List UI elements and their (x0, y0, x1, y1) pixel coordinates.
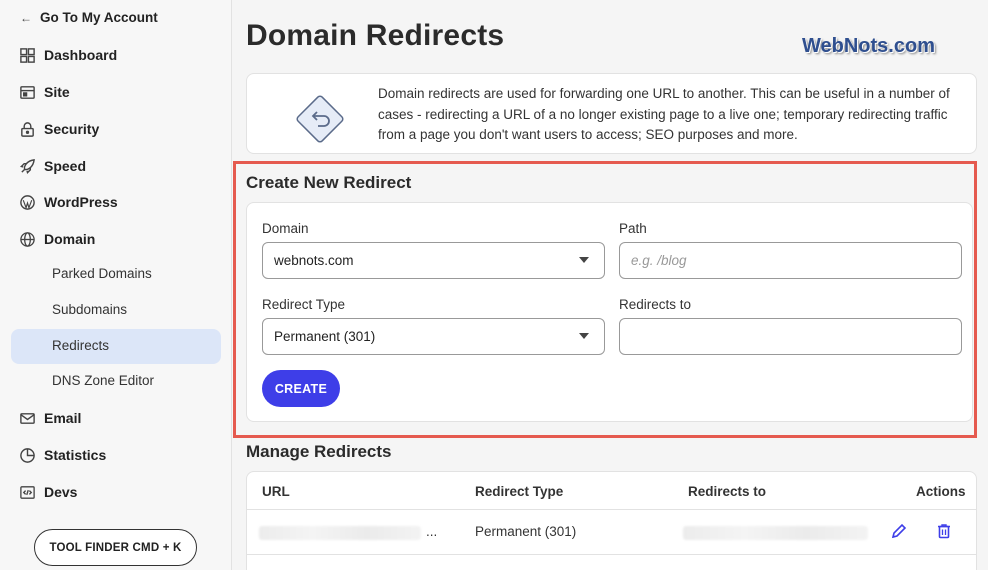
chevron-down-icon (579, 257, 589, 263)
redirect-type-label: Redirect Type (262, 297, 346, 312)
sidebar: ← Go To My Account Dashboard Site Securi… (0, 0, 232, 570)
header-divider (247, 509, 976, 510)
page-title: Domain Redirects (246, 19, 505, 52)
column-header-redirect-type: Redirect Type (475, 484, 564, 499)
sidebar-subitem-redirects[interactable]: Redirects (52, 338, 109, 353)
info-description: Domain redirects are used for forwarding… (378, 86, 950, 142)
sidebar-item-label: Speed (44, 158, 87, 174)
column-header-actions: Actions (916, 484, 966, 499)
sidebar-item-wordpress[interactable]: WordPress (18, 191, 118, 213)
sidebar-item-site[interactable]: Site (18, 81, 70, 103)
sidebar-item-label: Site (44, 84, 70, 100)
redirect-sign-icon (296, 95, 344, 143)
path-input[interactable]: e.g. /blog (619, 242, 962, 279)
sidebar-item-domain[interactable]: Domain (18, 228, 95, 250)
sidebar-subitem-subdomains[interactable]: Subdomains (52, 302, 127, 317)
sidebar-item-label: Dashboard (44, 47, 118, 63)
active-item-highlight (11, 329, 221, 364)
url-ellipsis: ... (426, 524, 438, 539)
sidebar-subitem-dns-zone-editor[interactable]: DNS Zone Editor (52, 373, 154, 388)
sidebar-item-label: Security (44, 121, 100, 137)
browser-icon (18, 83, 36, 101)
sidebar-item-devs[interactable]: Devs (18, 481, 77, 503)
create-redirect-form (246, 202, 973, 422)
column-header-url: URL (262, 484, 290, 499)
grid-icon (18, 46, 36, 64)
sidebar-item-security[interactable]: Security (18, 118, 99, 140)
redirects-to-label: Redirects to (619, 297, 692, 312)
edit-pencil-icon[interactable] (890, 522, 908, 540)
domain-label: Domain (262, 221, 309, 236)
arrow-left-icon: ← (20, 10, 32, 25)
redirect-type-select[interactable]: Permanent (301) (262, 318, 605, 355)
create-button[interactable]: CREATE (262, 370, 340, 407)
pie-chart-icon (18, 446, 36, 464)
sidebar-item-statistics[interactable]: Statistics (18, 444, 106, 466)
manage-section-title: Manage Redirects (246, 442, 392, 461)
sidebar-item-speed[interactable]: Speed (18, 155, 86, 177)
sidebar-subitem-parked-domains[interactable]: Parked Domains (52, 266, 152, 281)
globe-icon (18, 230, 36, 248)
wordpress-icon (18, 193, 36, 211)
redirects-to-input[interactable] (619, 318, 962, 355)
sidebar-item-label: Statistics (44, 447, 107, 463)
go-to-account-link[interactable]: ← Go To My Account (20, 10, 158, 25)
sidebar-item-label: Devs (44, 484, 78, 500)
envelope-icon (18, 409, 36, 427)
domain-select[interactable]: webnots.com (262, 242, 605, 279)
redirect-type-value: Permanent (301) (274, 329, 376, 344)
sidebar-item-email[interactable]: Email (18, 407, 81, 429)
sidebar-item-label: Email (44, 410, 82, 426)
sidebar-item-dashboard[interactable]: Dashboard (18, 44, 117, 66)
go-to-account-label: Go To My Account (40, 10, 158, 25)
path-label: Path (619, 221, 647, 236)
redirect-type-cell: Permanent (301) (475, 524, 577, 539)
sidebar-item-label: Domain (44, 231, 96, 247)
chevron-down-icon (579, 333, 589, 339)
column-header-redirects-to: Redirects to (688, 484, 767, 499)
info-card: Domain redirects are used for forwarding… (246, 73, 977, 154)
lock-icon (18, 120, 36, 138)
path-input-placeholder: e.g. /blog (631, 253, 687, 268)
tool-finder-button[interactable]: TOOL FINDER CMD + K (34, 529, 197, 566)
code-icon (18, 483, 36, 501)
trash-icon[interactable] (935, 522, 953, 540)
redacted-url (259, 526, 421, 540)
domain-select-value: webnots.com (274, 253, 354, 268)
rocket-icon (18, 157, 36, 175)
redirects-table: URL Redirect Type Redirects to Actions .… (246, 471, 977, 570)
sidebar-item-label: WordPress (44, 194, 118, 210)
watermark: WebNots.com (802, 35, 935, 57)
row-divider (247, 554, 976, 555)
create-section-title: Create New Redirect (246, 173, 412, 192)
redacted-redirect-target (683, 526, 868, 540)
